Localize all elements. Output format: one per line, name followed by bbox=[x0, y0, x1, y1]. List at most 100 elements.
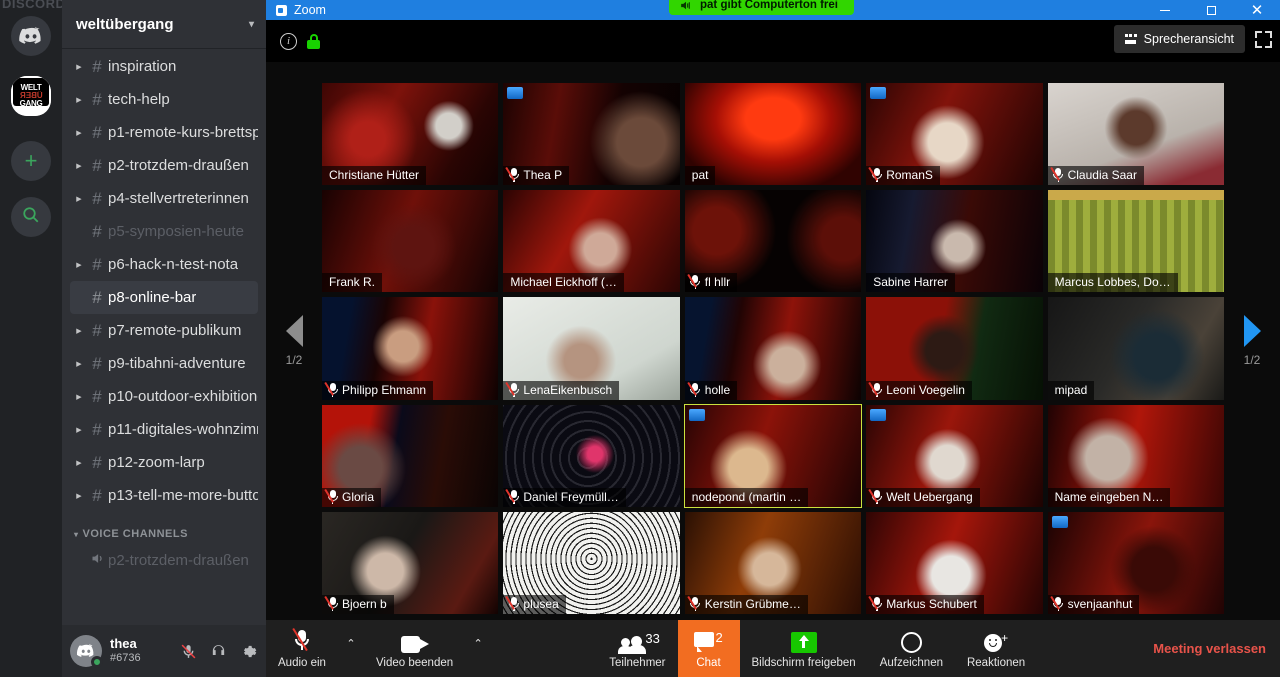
participant-tile[interactable]: fl hllr bbox=[684, 190, 862, 293]
sidebar-item-p13-tell-me-more-button[interactable]: ▶ # p13-tell-me-more-button bbox=[70, 479, 258, 512]
channel-category-voice[interactable]: ▾ VOICE CHANNELS bbox=[62, 512, 266, 544]
participant-tile[interactable]: Name eingeben N… bbox=[1047, 404, 1224, 507]
info-icon[interactable]: i bbox=[280, 32, 297, 50]
participant-nametag: fl hllr bbox=[684, 273, 738, 293]
microphone-muted-icon bbox=[1050, 167, 1064, 183]
thread-arrow-icon: ▶ bbox=[76, 459, 82, 467]
sidebar-item-p11-digitales-wohnzimme[interactable]: ▶ # p11-digitales-wohnzimme bbox=[70, 413, 258, 446]
audio-button[interactable]: Audio ein bbox=[266, 620, 338, 677]
previous-page-button[interactable]: 1/2 bbox=[266, 62, 322, 620]
sidebar-item-p1-remote-kurs-brettspie[interactable]: ▶ # p1-remote-kurs-brettspie bbox=[70, 116, 258, 149]
participant-tile[interactable]: Bjoern b bbox=[322, 511, 499, 614]
gear-icon[interactable] bbox=[234, 637, 262, 665]
audio-options-button[interactable]: ⌃ bbox=[338, 620, 364, 677]
chevron-right-icon bbox=[1243, 315, 1261, 347]
participant-name: LenaEikenbusch bbox=[523, 382, 613, 397]
speaker-channel-icon bbox=[86, 551, 108, 570]
video-label: Video beenden bbox=[375, 656, 454, 669]
participant-tile[interactable]: Gloria bbox=[322, 404, 499, 507]
explore-servers-button[interactable] bbox=[11, 197, 51, 237]
fullscreen-icon[interactable] bbox=[1255, 30, 1272, 48]
server-icon-line3: GANG bbox=[19, 99, 43, 108]
close-button[interactable]: ✕ bbox=[1234, 0, 1280, 20]
zoom-app-icon bbox=[276, 4, 287, 16]
video-indicator-badge bbox=[1051, 515, 1068, 528]
participant-nametag: Daniel Freymüll… bbox=[503, 487, 626, 507]
chat-bubble-icon: 2 bbox=[693, 629, 724, 653]
participant-nametag: Kerstin Grübme… bbox=[684, 594, 808, 614]
participant-tile[interactable]: Markus Schubert bbox=[866, 511, 1043, 614]
participant-tile[interactable]: Daniel Freymüll… bbox=[503, 404, 680, 507]
participant-tile[interactable]: svenjaanhut bbox=[1047, 511, 1224, 614]
video-button[interactable]: Video beenden bbox=[364, 620, 465, 677]
sidebar-item-p5-symposien-heute[interactable]: # p5-symposien-heute bbox=[70, 215, 258, 248]
participant-tile[interactable]: holle bbox=[684, 297, 862, 400]
user-controls bbox=[174, 637, 262, 665]
share-screen-button[interactable]: Bildschirm freigeben bbox=[740, 620, 868, 677]
sidebar-item-p8-online-bar[interactable]: # p8-online-bar bbox=[70, 281, 258, 314]
participant-tile[interactable]: Frank R. bbox=[322, 190, 499, 293]
headphones-icon[interactable] bbox=[204, 637, 232, 665]
online-status-dot bbox=[91, 656, 103, 668]
participant-tile[interactable]: RomanS bbox=[866, 83, 1043, 186]
participant-tile[interactable]: Leoni Voegelin bbox=[866, 297, 1043, 400]
video-options-button[interactable]: ⌃ bbox=[465, 620, 491, 677]
participant-tile[interactable]: LenaEikenbusch bbox=[503, 297, 680, 400]
participant-tile[interactable]: Christiane Hütter bbox=[322, 83, 499, 186]
participant-name: nodepond (martin … bbox=[691, 489, 802, 504]
participant-tile[interactable]: Sabine Harrer bbox=[866, 190, 1043, 293]
chevron-up-icon: ⌃ bbox=[346, 638, 356, 650]
encryption-lock-icon[interactable] bbox=[307, 33, 320, 49]
channel-list[interactable]: ▶ # inspiration ▶ # tech-help ▶ # p1-remote-kurs… bbox=[62, 48, 266, 625]
add-server-button[interactable]: + bbox=[11, 141, 51, 181]
microphone-muted-icon bbox=[505, 488, 519, 504]
maximize-button[interactable] bbox=[1188, 0, 1234, 20]
reactions-button[interactable]: + Reaktionen bbox=[955, 620, 1037, 677]
participant-tile[interactable]: Marcus Lobbes, Do… bbox=[1047, 190, 1224, 293]
participant-nametag: Name eingeben N… bbox=[1047, 487, 1171, 507]
sidebar-item-p7-remote-publikum[interactable]: ▶ # p7-remote-publikum bbox=[70, 314, 258, 347]
minimize-button[interactable] bbox=[1142, 0, 1188, 20]
participant-tile[interactable]: Kerstin Grübme… bbox=[684, 511, 862, 614]
discord-server-weltuebergang[interactable]: WELT ÜBER GANG bbox=[11, 76, 51, 116]
leave-meeting-button[interactable]: Meeting verlassen bbox=[1143, 620, 1280, 677]
zoom-window: Zoom ✕ pat gibt Computerton frei i Sprec… bbox=[266, 0, 1280, 677]
people-icon: 33 bbox=[618, 629, 660, 654]
server-header[interactable]: weltübergang ▾ bbox=[62, 0, 266, 48]
banner-text: pat gibt Computerton frei bbox=[700, 0, 838, 11]
sidebar-item-tech-help[interactable]: ▶ # tech-help bbox=[70, 83, 258, 116]
participant-tile[interactable]: plusea bbox=[503, 511, 680, 614]
participant-nametag: Sabine Harrer bbox=[866, 273, 955, 293]
sidebar-item-p10-outdoor-exhibition-f-[interactable]: ▶ # p10-outdoor-exhibition-f. bbox=[70, 380, 258, 413]
sidebar-item-p9-tibahni-adventure[interactable]: ▶ # p9-tibahni-adventure bbox=[70, 347, 258, 380]
participant-name: Markus Schubert bbox=[886, 596, 977, 611]
participant-tile[interactable]: Claudia Saar bbox=[1047, 83, 1224, 186]
microphone-muted-icon[interactable] bbox=[174, 637, 202, 665]
avatar[interactable] bbox=[70, 635, 103, 668]
sidebar-item-p2-trotzdem-drau-en[interactable]: p2-trotzdem-draußen bbox=[70, 544, 258, 577]
speaker-view-button[interactable]: Sprecheransicht bbox=[1113, 25, 1245, 53]
participant-name: Marcus Lobbes, Do… bbox=[1054, 275, 1171, 290]
microphone-muted-icon bbox=[505, 595, 519, 611]
participant-name: Leoni Voegelin bbox=[886, 382, 965, 397]
next-page-button[interactable]: 1/2 bbox=[1224, 62, 1280, 620]
record-button[interactable]: Aufzeichnen bbox=[868, 620, 955, 677]
participant-tile[interactable]: Philipp Ehmann bbox=[322, 297, 499, 400]
participant-tile[interactable]: pat bbox=[684, 83, 862, 186]
sidebar-item-p2-trotzdem-drau-en[interactable]: ▶ # p2-trotzdem-draußen bbox=[70, 149, 258, 182]
sidebar-item-p12-zoom-larp[interactable]: ▶ # p12-zoom-larp bbox=[70, 446, 258, 479]
channel-name: p9-tibahni-adventure bbox=[108, 355, 246, 372]
microphone-muted-icon bbox=[868, 488, 882, 504]
sidebar-item-p6-hack-n-test-nota[interactable]: ▶ # p6-hack-n-test-nota bbox=[70, 248, 258, 281]
channel-name: p4-stellvertreterinnen bbox=[108, 190, 249, 207]
participant-tile[interactable]: Michael Eickhoff (… bbox=[503, 190, 680, 293]
participant-tile[interactable]: Welt Uebergang bbox=[866, 404, 1043, 507]
participant-tile[interactable]: Thea P bbox=[503, 83, 680, 186]
sidebar-item-p4-stellvertreterinnen[interactable]: ▶ # p4-stellvertreterinnen bbox=[70, 182, 258, 215]
discord-home-button[interactable] bbox=[11, 16, 51, 56]
chat-button[interactable]: 2 Chat bbox=[677, 620, 740, 677]
channel-name: p12-zoom-larp bbox=[108, 454, 205, 471]
participants-button[interactable]: 33 Teilnehmer bbox=[597, 620, 677, 677]
participant-tile[interactable]: nodepond (martin … bbox=[683, 403, 863, 508]
participant-tile[interactable]: mipad bbox=[1047, 297, 1224, 400]
